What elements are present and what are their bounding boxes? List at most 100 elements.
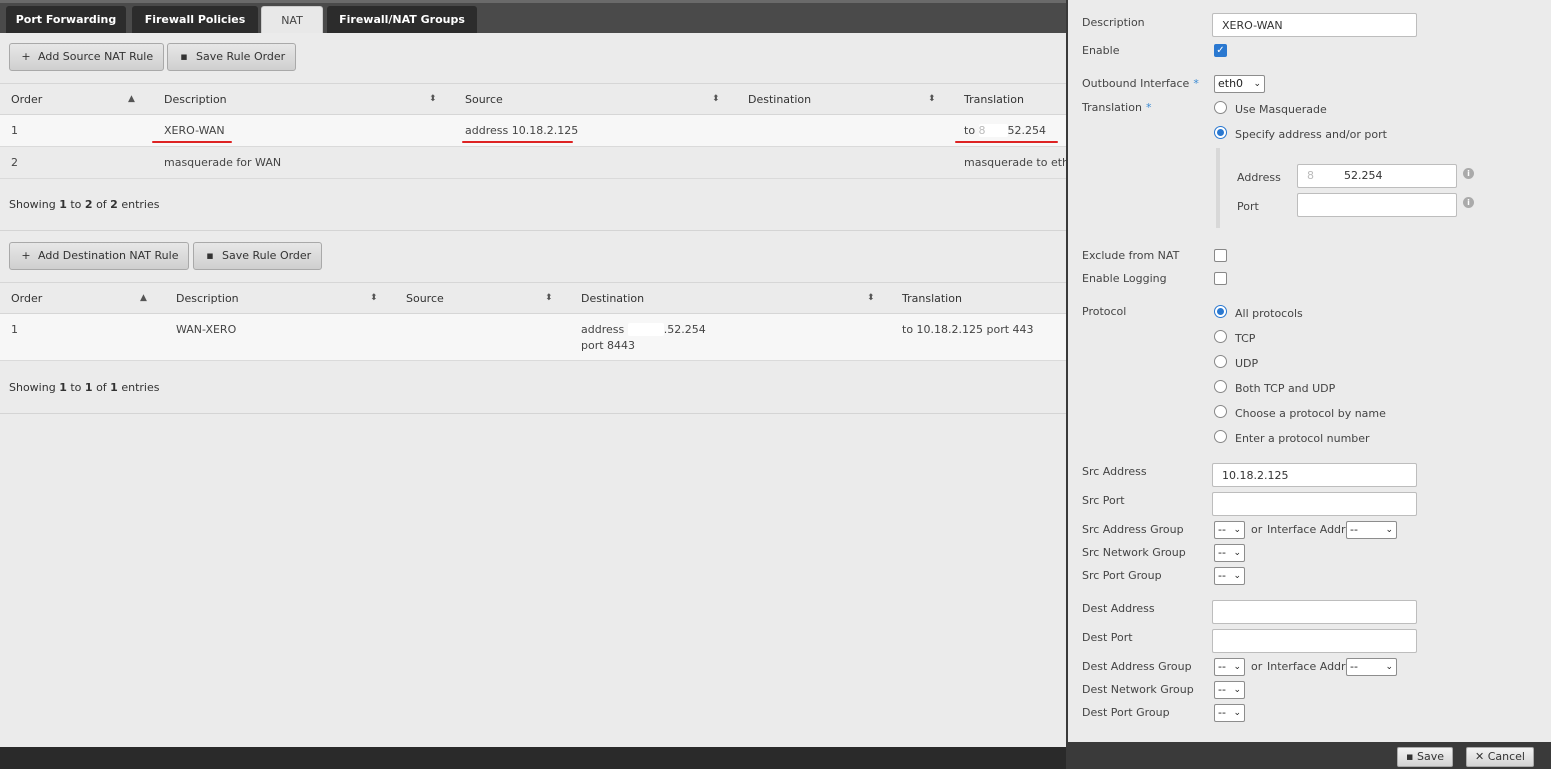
protocol-tcp-udp-radio[interactable] (1214, 380, 1227, 393)
dest-address-group-select[interactable]: -- ⌄ (1214, 658, 1245, 676)
sort-icon[interactable]: ⬍ (370, 283, 378, 314)
section-divider (0, 413, 1066, 414)
rule-description: WAN-XERO (176, 323, 237, 336)
chevron-down-icon: ⌄ (1385, 525, 1393, 535)
src-network-group-select[interactable]: -- ⌄ (1214, 544, 1245, 562)
enable-logging-checkbox[interactable] (1214, 272, 1227, 285)
dest-port-input[interactable] (1212, 629, 1417, 653)
dest-address-label: Dest Address (1082, 602, 1155, 615)
protocol-by-name-radio[interactable] (1214, 405, 1227, 418)
protocol-by-number-radio[interactable] (1214, 430, 1227, 443)
table-row[interactable]: 1 XERO-WAN address 10.18.2.125 to 8 52.25… (0, 115, 1066, 147)
port-input[interactable] (1297, 193, 1457, 217)
annotation-underline (152, 141, 232, 143)
interface-addr-label: Interface Addr (1267, 523, 1346, 536)
tab-port-forwarding[interactable]: Port Forwarding (6, 6, 126, 33)
dest-port-group-select[interactable]: -- ⌄ (1214, 704, 1245, 722)
floppy-disk-icon: ▪ (1406, 750, 1414, 763)
rule-translation: masquerade to eth0 (964, 156, 1066, 169)
dest-network-group-select[interactable]: -- ⌄ (1214, 681, 1245, 699)
column-destination[interactable]: Destination (581, 283, 644, 314)
add-destination-nat-rule-button[interactable]: + Add Destination NAT Rule (9, 242, 190, 270)
protocol-udp-label: UDP (1235, 357, 1259, 370)
outbound-interface-select[interactable]: eth0 ⌄ (1214, 75, 1265, 93)
src-address-group-select[interactable]: -- ⌄ (1214, 521, 1245, 539)
dest-address-input[interactable] (1212, 600, 1417, 624)
chevron-down-icon: ⌄ (1253, 79, 1261, 89)
specify-address-radio[interactable] (1214, 126, 1227, 139)
dest-nat-table-header: Order ▲ Description ⬍ Source ⬍ Destinati… (0, 282, 1066, 314)
rule-order: 1 (11, 323, 18, 336)
exclude-from-nat-checkbox[interactable] (1214, 249, 1227, 262)
dest-interface-addr-select[interactable]: -- ⌄ (1346, 658, 1397, 676)
column-description[interactable]: Description (164, 84, 227, 115)
source-nat-entries-info: Showing 1 to 2 of 2 entries (9, 198, 160, 211)
sort-icon[interactable]: ⬍ (545, 283, 553, 314)
tab-firewall-nat-groups[interactable]: Firewall/NAT Groups (327, 6, 477, 33)
source-nat-table-header: Order ▲ Description ⬍ Source ⬍ Destinati… (0, 83, 1066, 115)
chevron-down-icon: ⌄ (1233, 708, 1241, 718)
table-row[interactable]: 2 masquerade for WAN masquerade to eth0 (0, 147, 1066, 179)
specify-address-label: Specify address and/or port (1235, 128, 1387, 141)
sort-icon[interactable]: ⬍ (928, 84, 936, 115)
sort-icon[interactable]: ⬍ (867, 283, 875, 314)
plus-icon: + (21, 50, 31, 63)
column-translation[interactable]: Translation (902, 283, 962, 314)
tab-firewall-policies[interactable]: Firewall Policies (132, 6, 258, 33)
protocol-udp-radio[interactable] (1214, 355, 1227, 368)
address-label: Address (1237, 171, 1281, 184)
tab-nat[interactable]: NAT (261, 6, 323, 33)
info-icon[interactable]: i (1463, 197, 1474, 208)
column-source[interactable]: Source (406, 283, 444, 314)
src-address-group-label: Src Address Group (1082, 523, 1184, 536)
cancel-button[interactable]: ✕ Cancel (1466, 747, 1534, 767)
tab-bar: Port Forwarding Firewall Policies NAT Fi… (0, 0, 1066, 33)
src-port-group-label: Src Port Group (1082, 569, 1162, 582)
column-order[interactable]: Order (11, 283, 42, 314)
dest-address-group-label: Dest Address Group (1082, 660, 1192, 673)
info-icon[interactable]: i (1463, 168, 1474, 179)
save-destination-rule-order-button[interactable]: ▪ Save Rule Order (193, 242, 323, 270)
close-icon: ✕ (1475, 750, 1485, 763)
save-button[interactable]: ▪ Save (1397, 747, 1453, 767)
enable-logging-label: Enable Logging (1082, 272, 1167, 285)
sort-icon[interactable]: ⬍ (712, 84, 720, 115)
chevron-down-icon: ⌄ (1233, 662, 1241, 672)
chevron-down-icon: ⌄ (1233, 571, 1241, 581)
protocol-tcp-radio[interactable] (1214, 330, 1227, 343)
src-network-group-label: Src Network Group (1082, 546, 1186, 559)
bottom-bar (0, 747, 1066, 769)
description-input[interactable] (1212, 13, 1417, 37)
column-source[interactable]: Source (465, 84, 503, 115)
protocol-all-radio[interactable] (1214, 305, 1227, 318)
rule-destination: address .52.254 (581, 323, 706, 336)
panel-footer: ▪ Save ✕ Cancel (1068, 742, 1551, 769)
add-source-nat-rule-button[interactable]: + Add Source NAT Rule (9, 43, 165, 71)
protocol-tcp-label: TCP (1235, 332, 1256, 345)
chevron-down-icon: ⌄ (1233, 685, 1241, 695)
src-port-group-select[interactable]: -- ⌄ (1214, 567, 1245, 585)
src-address-input[interactable] (1212, 463, 1417, 487)
sort-asc-icon[interactable]: ▲ (140, 283, 147, 314)
src-interface-addr-select[interactable]: -- ⌄ (1346, 521, 1397, 539)
column-destination[interactable]: Destination (748, 84, 811, 115)
src-address-label: Src Address (1082, 465, 1147, 478)
sort-asc-icon[interactable]: ▲ (128, 84, 135, 115)
enable-checkbox[interactable]: ✓ (1214, 44, 1227, 57)
src-port-input[interactable] (1212, 492, 1417, 516)
save-source-rule-order-button[interactable]: ▪ Save Rule Order (167, 43, 297, 71)
chevron-down-icon: ⌄ (1233, 525, 1241, 535)
sort-icon[interactable]: ⬍ (429, 84, 437, 115)
address-input[interactable]: 8 52.254 (1297, 164, 1457, 188)
protocol-tcp-udp-label: Both TCP and UDP (1235, 382, 1336, 395)
use-masquerade-label: Use Masquerade (1235, 103, 1327, 116)
column-description[interactable]: Description (176, 283, 239, 314)
rule-translation: to 10.18.2.125 port 443 (902, 323, 1034, 336)
description-label: Description (1082, 16, 1145, 29)
column-order[interactable]: Order (11, 84, 42, 115)
table-row[interactable]: 1 WAN-XERO address .52.254 port 8443 to … (0, 314, 1066, 361)
nat-rules-pane: Port Forwarding Firewall Policies NAT Fi… (0, 0, 1066, 769)
column-translation[interactable]: Translation (964, 84, 1024, 115)
use-masquerade-radio[interactable] (1214, 101, 1227, 114)
exclude-from-nat-label: Exclude from NAT (1082, 249, 1180, 262)
